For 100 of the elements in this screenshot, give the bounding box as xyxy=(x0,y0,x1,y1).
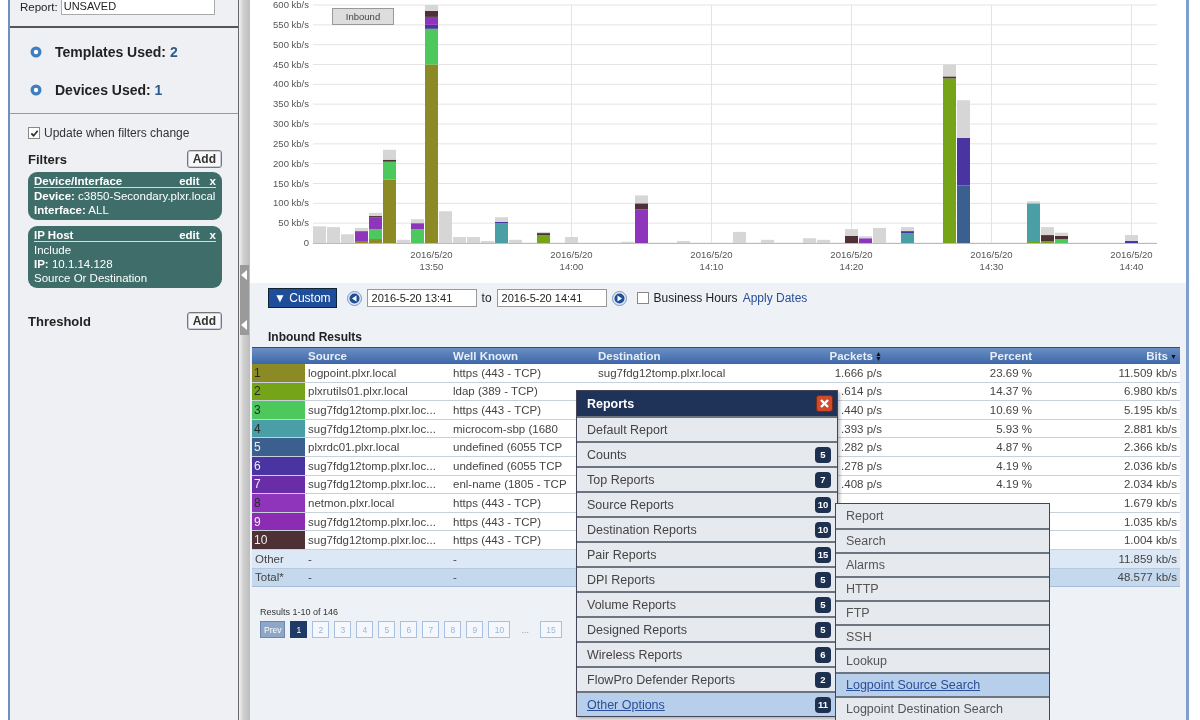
table-cell: 14.37 % xyxy=(989,385,1032,398)
menu-item[interactable]: Source Reports 10 xyxy=(577,491,837,516)
inbound-toggle-button[interactable]: Inbound xyxy=(332,8,394,25)
table-cell: https (443 - TCP) xyxy=(453,496,541,509)
range-button[interactable]: ▼ Custom xyxy=(268,288,337,308)
table-cell: - xyxy=(308,552,312,565)
count-badge: 6 xyxy=(815,646,831,663)
table-cell: 4.87 % xyxy=(996,441,1032,454)
bar-segment xyxy=(565,237,578,243)
table-cell: sug7fdg12tomp.plxr.loc... xyxy=(308,422,436,435)
table-cell: 2.036 kb/s xyxy=(1123,459,1177,472)
count-badge: 7 xyxy=(815,471,831,488)
table-cell: 23.69 % xyxy=(989,366,1032,379)
table-cell: sug7fdg12tomp.plxr.local xyxy=(598,366,726,379)
table-cell: .393 p/s xyxy=(841,422,882,435)
column-header[interactable]: Well Known xyxy=(450,348,595,364)
table-cell: https (443 - TCP) xyxy=(453,404,541,416)
to-label: to xyxy=(481,291,492,305)
splitter-handle[interactable] xyxy=(240,265,249,335)
report-field[interactable]: UNSAVED xyxy=(60,0,215,15)
table-cell: https (443 - TCP) xyxy=(453,366,541,379)
table-cell: undefined (6055 TCP xyxy=(453,441,563,454)
filter-detail: Interface: ALL xyxy=(34,203,110,217)
menu-item[interactable]: Volume Reports 5 xyxy=(577,591,837,616)
table-cell: .282 p/s xyxy=(841,441,882,454)
section-title: Threshold xyxy=(28,313,91,329)
count-badge: 15 xyxy=(815,546,831,563)
section-title: Filters xyxy=(28,151,67,167)
menu-item[interactable]: Pair Reports 15 xyxy=(577,541,837,566)
expand-icon[interactable] xyxy=(30,83,42,96)
table-cell: 1.679 kb/s xyxy=(1123,496,1177,509)
table-cell: Total* xyxy=(255,571,284,584)
results-title: Inbound Results xyxy=(268,330,363,344)
table-cell: .440 p/s xyxy=(841,404,882,416)
menu-item[interactable]: Logpoint Source Search xyxy=(836,672,1049,696)
table-cell: 5.195 kb/s xyxy=(1123,404,1177,416)
table-cell: 11.859 kb/s xyxy=(1118,552,1177,565)
menu-title: Reports xyxy=(587,396,635,411)
checkbox[interactable] xyxy=(28,127,40,139)
table-cell: - xyxy=(308,571,312,584)
table-cell: 5.93 % xyxy=(996,422,1032,435)
add-button[interactable]: Add xyxy=(186,312,222,330)
checkbox-label: Update when filters change xyxy=(44,126,190,140)
table-cell: sug7fdg12tomp.plxr.loc... xyxy=(308,404,436,416)
checkbox[interactable] xyxy=(636,292,649,304)
table-cell: .614 p/s xyxy=(841,385,882,398)
add-button[interactable]: Add xyxy=(186,150,222,168)
table-cell: microcom-sbp (1680 xyxy=(453,422,558,435)
remove-link[interactable]: x xyxy=(209,175,216,187)
y-axis-label: 200 kb/s xyxy=(273,157,309,169)
table-cell: 4.19 % xyxy=(996,478,1032,491)
menu-item[interactable]: Wireless Reports 6 xyxy=(577,641,837,666)
table-cell: 11.509 kb/s xyxy=(1118,366,1177,379)
table-cell: https (443 - TCP) xyxy=(453,515,541,528)
column-header[interactable]: Percent xyxy=(885,348,1035,364)
menu-item[interactable]: Top Reports 7 xyxy=(577,466,837,491)
remove-link[interactable]: x xyxy=(209,229,216,241)
count-badge: 5 xyxy=(815,446,831,463)
count-badge: 5 xyxy=(815,596,831,613)
table-cell: plxrdc01.plxr.local xyxy=(308,441,400,454)
expand-icon[interactable] xyxy=(30,45,42,58)
table-cell: sug7fdg12tomp.plxr.loc... xyxy=(308,515,436,528)
table-cell: 2.881 kb/s xyxy=(1123,422,1177,435)
collapse-arrow-icon[interactable] xyxy=(241,320,248,330)
summary-label: Devices Used: 1 xyxy=(55,81,163,98)
menu-item[interactable]: Destination Reports 10 xyxy=(577,516,837,541)
column-header[interactable]: Destination xyxy=(595,348,780,364)
edit-link[interactable]: edit xyxy=(179,229,200,241)
bar-segment xyxy=(313,226,326,243)
table-cell: 10.69 % xyxy=(989,404,1032,416)
bar-segment xyxy=(635,195,648,204)
y-axis-label: 500 kb/s xyxy=(273,38,309,50)
menu-item[interactable]: Default Report xyxy=(577,416,837,441)
y-axis-label: 450 kb/s xyxy=(273,58,309,70)
table-cell: https (443 - TCP) xyxy=(453,534,541,547)
date-field[interactable]: 2016-5-20 13:41 xyxy=(366,289,477,307)
count-badge: 2 xyxy=(815,671,831,688)
table-cell: .408 p/s xyxy=(841,478,882,491)
table-cell: netmon.plxr.local xyxy=(308,496,395,509)
table-cell: 48.577 kb/s xyxy=(1117,571,1177,584)
menu-item[interactable]: Designed Reports 5 xyxy=(577,616,837,641)
table-cell: 1.035 kb/s xyxy=(1123,515,1177,528)
table-cell: undefined (6055 TCP xyxy=(453,459,563,472)
menu-item[interactable]: FlowPro Defender Reports 2 xyxy=(577,666,837,691)
x-axis-label: 2016/5/20 14:40 xyxy=(1110,249,1153,272)
next-icon[interactable] xyxy=(611,290,627,306)
y-axis-label: 100 kb/s xyxy=(273,197,309,209)
menu-item[interactable]: Counts 5 xyxy=(577,441,837,466)
collapse-arrow-icon[interactable] xyxy=(241,270,248,280)
menu-item[interactable]: DPI Reports 5 xyxy=(577,566,837,591)
menu-item[interactable]: Other Options 11 xyxy=(577,691,837,716)
edit-link[interactable]: edit xyxy=(179,175,200,187)
y-axis-label: 250 kb/s xyxy=(273,137,309,149)
filter-title: Device/Interface xyxy=(34,175,124,187)
apply-dates-link[interactable]: Apply Dates xyxy=(742,291,808,305)
page-button[interactable]: 1 xyxy=(290,621,308,639)
previous-icon[interactable] xyxy=(346,290,362,306)
column-header[interactable]: Source xyxy=(305,348,450,364)
table-cell: sug7fdg12tomp.plxr.loc... xyxy=(308,534,436,547)
date-field[interactable]: 2016-5-20 14:41 xyxy=(496,289,607,307)
